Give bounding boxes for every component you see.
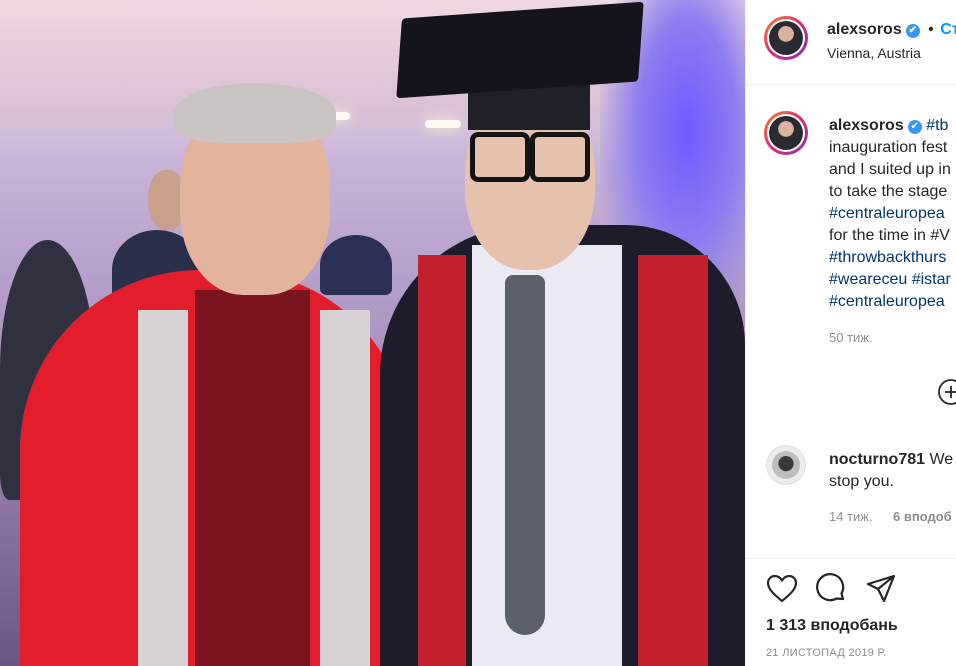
caption-hashtag-line[interactable]: #centraleuropea bbox=[829, 291, 945, 313]
actions-divider bbox=[746, 558, 956, 559]
photo-white-shirt bbox=[472, 245, 622, 666]
photo-tie bbox=[505, 275, 545, 635]
photo-gown-stripe bbox=[138, 310, 188, 666]
caption-avatar[interactable] bbox=[764, 111, 808, 155]
caption-hashtag-line[interactable]: #centraleuropea bbox=[829, 203, 945, 225]
caption-first-line: alexsoros ✔ #tb bbox=[829, 115, 948, 137]
commenter-username[interactable]: nocturno781 bbox=[829, 451, 925, 468]
photo-black-gown bbox=[380, 225, 745, 666]
comment-first-line: nocturno781 We bbox=[829, 449, 953, 471]
verified-badge-icon: ✔ bbox=[905, 24, 920, 38]
verified-badge-icon: ✔ bbox=[907, 120, 922, 134]
photo-glasses bbox=[470, 132, 590, 182]
author-avatar[interactable] bbox=[764, 16, 808, 60]
follow-button[interactable]: Ст bbox=[940, 21, 956, 38]
header-separator: • bbox=[928, 21, 934, 38]
caption-time[interactable]: 50 тиж. bbox=[829, 330, 873, 345]
comment-bubble-icon[interactable] bbox=[815, 573, 847, 605]
comment-text: We bbox=[929, 451, 954, 468]
photo-gown-trim bbox=[418, 255, 466, 666]
photo-bystander bbox=[320, 235, 392, 295]
post-photo[interactable] bbox=[0, 0, 745, 666]
heart-icon[interactable] bbox=[766, 574, 798, 604]
commenter-avatar[interactable] bbox=[766, 445, 806, 485]
comment-time[interactable]: 14 тиж. bbox=[829, 509, 873, 524]
header-divider bbox=[746, 84, 956, 85]
caption-hashtag[interactable]: #tb bbox=[926, 117, 948, 134]
caption-line: and I suited up in bbox=[829, 161, 951, 178]
header-username-text[interactable]: alexsoros bbox=[827, 21, 902, 38]
photo-older-man-head bbox=[174, 83, 336, 295]
photo-red-gown bbox=[20, 270, 410, 666]
caption-line: inauguration fest bbox=[829, 139, 948, 156]
comment-likes[interactable]: 6 вподоб bbox=[893, 509, 952, 524]
comment-text-line: stop you. bbox=[829, 473, 894, 490]
photo-gown-stripe bbox=[320, 310, 370, 666]
caption-hashtag-line[interactable]: #weareceu #istar bbox=[829, 269, 951, 291]
caption-line: for the time in #V bbox=[829, 227, 950, 244]
post-date[interactable]: 21 ЛИСТОПАД 2019 Р. bbox=[766, 647, 886, 659]
likes-count[interactable]: 1 313 вподобань bbox=[766, 617, 898, 635]
photo-shirt bbox=[195, 290, 310, 666]
photo-ceiling-light bbox=[425, 120, 461, 128]
photo-gown-trim bbox=[638, 255, 708, 666]
post-side-panel: alexsoros✔ • Ст Vienna, Austria alexsoro… bbox=[745, 0, 956, 666]
header-username[interactable]: alexsoros✔ • Ст bbox=[827, 21, 956, 39]
plus-circle-icon[interactable] bbox=[937, 378, 956, 406]
paper-plane-icon[interactable] bbox=[865, 574, 897, 604]
caption-hashtag-line[interactable]: #throwbackthurs bbox=[829, 247, 946, 269]
post-location[interactable]: Vienna, Austria bbox=[827, 45, 921, 61]
caption-username[interactable]: alexsoros bbox=[829, 117, 904, 134]
caption-line: to take the stage bbox=[829, 183, 948, 200]
photo-hair bbox=[174, 83, 336, 143]
